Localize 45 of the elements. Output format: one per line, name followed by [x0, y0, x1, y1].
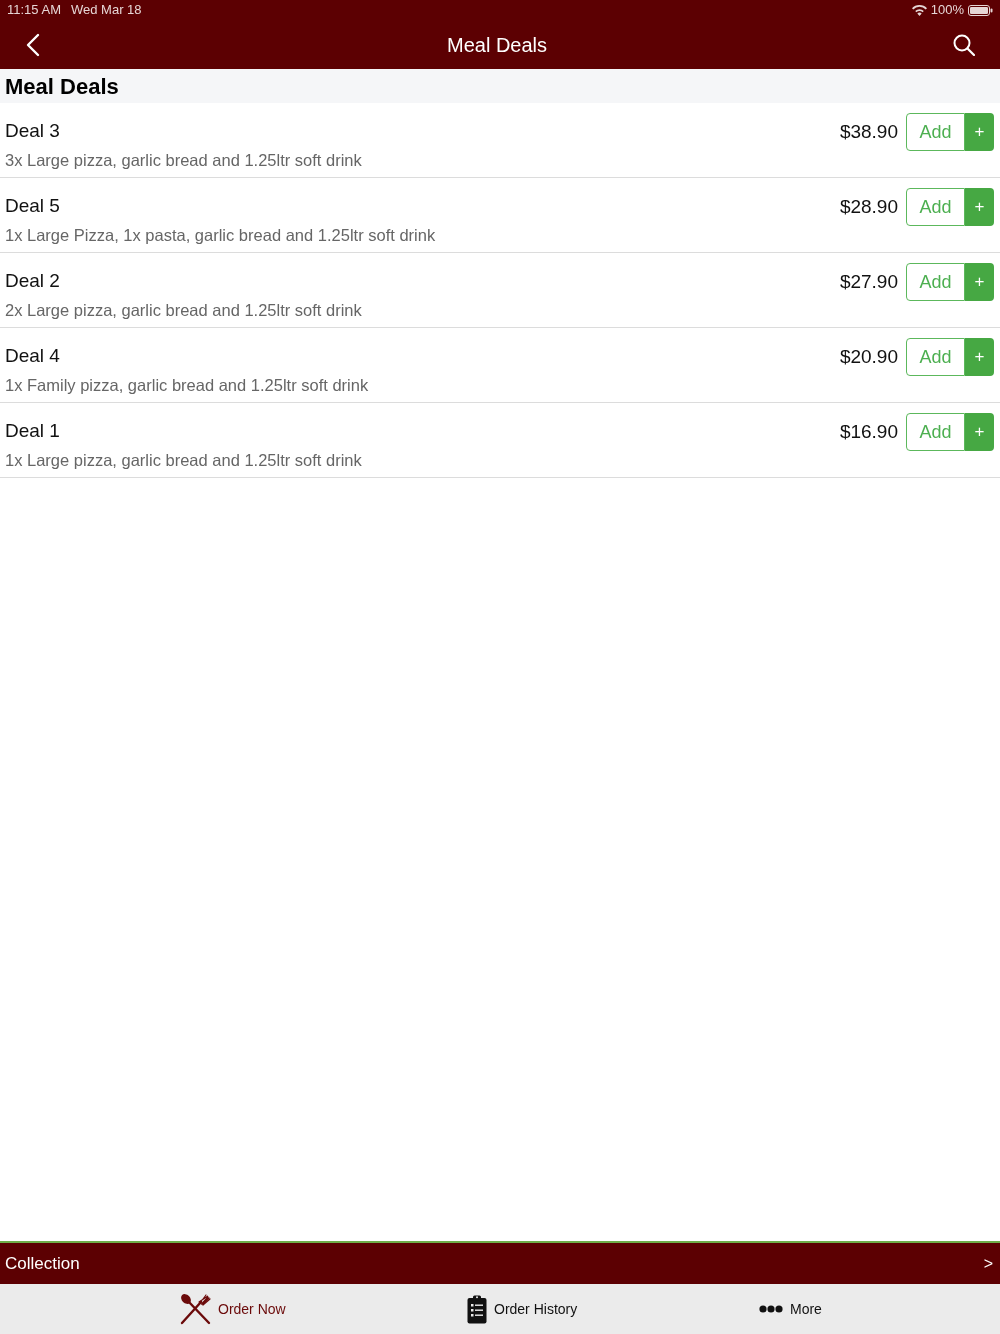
search-icon: [953, 33, 975, 56]
deal-description: 2x Large pizza, garlic bread and 1.25ltr soft drink: [5, 300, 362, 320]
nav-title: Meal Deals: [446, 32, 547, 58]
deal-price: $28.90: [839, 194, 898, 219]
add-button[interactable]: Add: [906, 188, 965, 226]
battery-icon: [968, 4, 993, 16]
collection-label: Collection: [5, 1252, 80, 1275]
clipboard-list-icon: [467, 1294, 487, 1324]
plus-button[interactable]: +: [965, 263, 994, 301]
spoon-fork-icon: [180, 1293, 211, 1325]
deal-name: Deal 3: [5, 120, 60, 142]
status-date: Wed Mar 18: [70, 1, 142, 20]
battery-percent: 100%: [930, 1, 964, 20]
deal-description: 1x Large Pizza, 1x pasta, garlic bread and 1.25ltr soft drink: [5, 225, 436, 245]
back-icon: [26, 32, 40, 57]
plus-button[interactable]: +: [965, 338, 994, 376]
deal-price: $27.90: [839, 269, 898, 294]
deal-price: $38.90: [839, 119, 898, 144]
back-button[interactable]: [24, 31, 42, 58]
section-title: Meal Deals: [5, 72, 119, 101]
collection-arrow: >: [983, 1253, 994, 1274]
plus-button[interactable]: +: [965, 188, 994, 226]
deal-name: Deal 2: [5, 270, 60, 292]
deal-name: Deal 5: [5, 195, 60, 217]
tab-item[interactable]: More: [759, 1292, 822, 1326]
collection-bar[interactable]: Collection >: [0, 1241, 1000, 1284]
deal-price: $16.90: [839, 419, 898, 444]
add-button[interactable]: Add: [906, 263, 965, 301]
tab-item[interactable]: Order Now: [180, 1292, 286, 1326]
deal-description: 3x Large pizza, garlic bread and 1.25ltr soft drink: [5, 150, 362, 170]
status-time: 11:15 AM: [7, 1, 61, 20]
plus-button[interactable]: +: [965, 413, 994, 451]
add-button[interactable]: Add: [906, 413, 965, 451]
more-dots-icon: [759, 1305, 783, 1313]
add-button[interactable]: Add: [906, 338, 965, 376]
deal-price: $20.90: [839, 344, 898, 369]
deal-name: Deal 1: [5, 420, 60, 442]
deal-name: Deal 4: [5, 345, 60, 367]
search-button[interactable]: [952, 32, 976, 57]
wifi-icon: [911, 4, 927, 16]
add-button[interactable]: Add: [906, 113, 965, 151]
tab-item[interactable]: Order History: [467, 1292, 578, 1326]
plus-button[interactable]: +: [965, 113, 994, 151]
deal-description: 1x Family pizza, garlic bread and 1.25ltr soft drink: [5, 375, 369, 395]
deal-description: 1x Large pizza, garlic bread and 1.25ltr soft drink: [5, 450, 362, 470]
